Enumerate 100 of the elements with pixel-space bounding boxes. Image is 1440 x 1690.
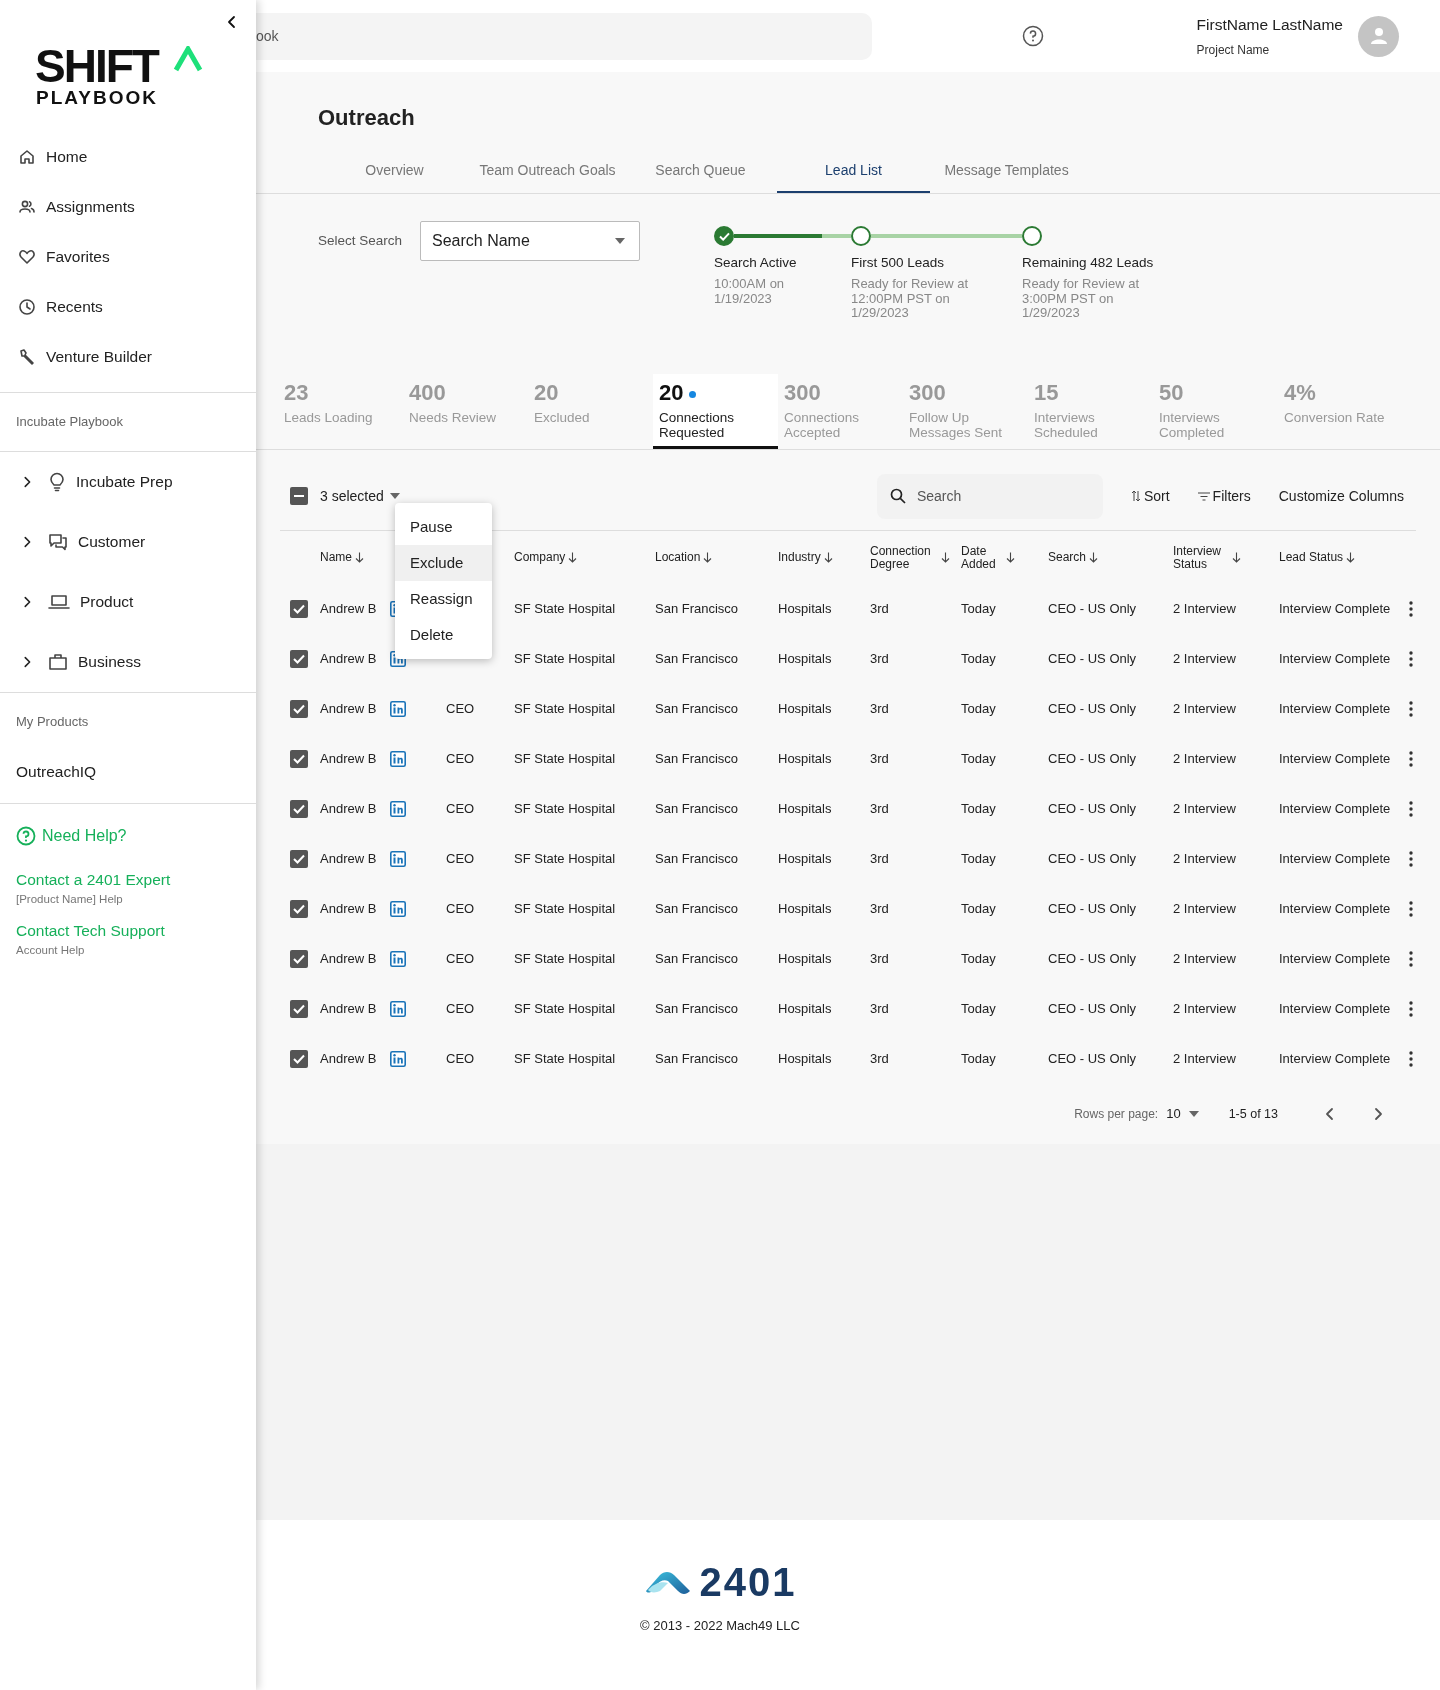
- table-cell-text: San Francisco: [655, 1050, 740, 1069]
- table-cell-text: 3rd: [870, 800, 890, 819]
- tab[interactable]: Team Outreach Goals: [471, 150, 624, 193]
- table-cell-text: Hospitals: [778, 650, 833, 669]
- table-cell-text: CEO - US Only: [1048, 800, 1138, 819]
- column-header[interactable]: Connection Degree: [870, 544, 961, 571]
- column-header[interactable]: Lead Status: [1279, 551, 1409, 564]
- table-cell-text: Today: [961, 700, 997, 719]
- column-header[interactable]: Interview Status: [1173, 544, 1279, 571]
- table-cell-text: Hospitals: [778, 1000, 833, 1019]
- table-cell-text: San Francisco: [655, 950, 740, 969]
- section-heading: Incubate Playbook: [15, 413, 124, 432]
- nav-item[interactable]: Recents: [0, 282, 256, 332]
- table-cell-text: CEO - US Only: [1048, 950, 1138, 969]
- table-cell-text: 2 Interview: [1173, 900, 1237, 919]
- table-cell-text: 2 Interview: [1173, 850, 1237, 869]
- table-cell-text: Andrew B: [320, 950, 378, 969]
- tab[interactable]: Lead List: [777, 150, 930, 193]
- table-cell-text: SF State Hospital: [514, 600, 617, 619]
- table-cell-text: Interview Complete: [1279, 900, 1392, 919]
- toolbar-button[interactable]: Filters: [1197, 485, 1251, 507]
- column-header[interactable]: Search: [1048, 551, 1173, 564]
- nav-item[interactable]: Business: [0, 632, 256, 692]
- menu-item[interactable]: Delete: [395, 617, 492, 653]
- table-cell-text: Today: [961, 750, 997, 769]
- table-cell-text: San Francisco: [655, 800, 740, 819]
- rows-per-page-select[interactable]: 10: [1166, 1104, 1199, 1124]
- tab[interactable]: Message Templates: [930, 150, 1083, 193]
- logo-text: 2401: [699, 1560, 797, 1604]
- tab[interactable]: Overview: [318, 150, 471, 193]
- nav-item[interactable]: Product: [0, 572, 256, 632]
- table-cell-text: Today: [961, 600, 997, 619]
- menu-item[interactable]: Pause: [395, 509, 492, 545]
- table-cell-text: Interview Complete: [1279, 650, 1392, 669]
- table-cell-text: San Francisco: [655, 750, 740, 769]
- selection-dropdown[interactable]: 3 selected: [320, 485, 400, 507]
- help-caption: Account Help: [16, 942, 86, 958]
- tab[interactable]: Search Queue: [624, 150, 777, 193]
- column-header[interactable]: Name: [320, 551, 390, 564]
- column-header[interactable]: Industry: [778, 551, 870, 564]
- stat-tab[interactable]: 20 Connections Requested: [653, 374, 778, 449]
- help-heading: Need Help?: [42, 826, 127, 846]
- table-cell-text: Interview Complete: [1279, 950, 1392, 969]
- table-cell-text: Andrew B: [320, 700, 378, 719]
- toolbar-button[interactable]: Customize Columns: [1278, 485, 1404, 507]
- table-cell-text: SF State Hospital: [514, 1050, 617, 1069]
- table-cell-text: Interview Complete: [1279, 800, 1392, 819]
- column-header[interactable]: Location: [655, 551, 778, 564]
- table-cell-text: Hospitals: [778, 950, 833, 969]
- menu-item[interactable]: Reassign: [395, 581, 492, 617]
- table-cell-text: SF State Hospital: [514, 850, 617, 869]
- table-cell-text: Andrew B: [320, 850, 378, 869]
- table-cell-text: CEO - US Only: [1048, 600, 1138, 619]
- table-cell-text: Today: [961, 850, 997, 869]
- table-cell-text: San Francisco: [655, 700, 740, 719]
- rows-per-page-label: Rows per page:: [1074, 1106, 1159, 1123]
- menu-item[interactable]: Exclude: [395, 545, 492, 581]
- table-cell-text: 2 Interview: [1173, 800, 1237, 819]
- nav-item[interactable]: OutreachIQ: [0, 751, 256, 793]
- table-cell-text: Hospitals: [778, 800, 833, 819]
- table-cell-text: CEO: [446, 700, 476, 719]
- table-cell-text: Andrew B: [320, 650, 378, 669]
- step-title: First 500 Leads: [851, 254, 946, 272]
- nav-item[interactable]: Home: [0, 132, 256, 182]
- toolbar-button[interactable]: Sort: [1130, 485, 1170, 507]
- table-cell-text: SF State Hospital: [514, 1000, 617, 1019]
- table-cell-text: 3rd: [870, 750, 890, 769]
- table-cell-text: CEO - US Only: [1048, 1000, 1138, 1019]
- nav-item[interactable]: Incubate Prep: [0, 452, 256, 512]
- table-cell-text: Interview Complete: [1279, 750, 1392, 769]
- nav-item[interactable]: Assignments: [0, 182, 256, 232]
- table-cell-text: Today: [961, 900, 997, 919]
- column-header[interactable]: Date Added: [961, 544, 1048, 571]
- step-title: Search Active: [714, 254, 798, 272]
- table-cell-text: 2 Interview: [1173, 750, 1237, 769]
- nav-item[interactable]: Favorites: [0, 232, 256, 282]
- logo-text: SHIFT: [35, 46, 158, 86]
- table-cell-text: Hospitals: [778, 700, 833, 719]
- table-cell-text: 3rd: [870, 950, 890, 969]
- table-cell-text: 2 Interview: [1173, 1050, 1237, 1069]
- table-cell-text: 3rd: [870, 900, 890, 919]
- help-caption: [Product Name] Help: [16, 892, 124, 908]
- table-cell-text: Interview Complete: [1279, 850, 1392, 869]
- table-cell-text: San Francisco: [655, 1000, 740, 1019]
- step-detail: 10:00AM on 1/19/2023: [714, 277, 786, 306]
- table-cell-text: Hospitals: [778, 600, 833, 619]
- search-field[interactable]: Search: [876, 473, 1103, 519]
- search-select[interactable]: Search Name: [420, 221, 640, 261]
- search-field[interactable]: ook: [256, 12, 872, 60]
- table-cell-text: 2 Interview: [1173, 950, 1237, 969]
- table-cell-text: SF State Hospital: [514, 750, 617, 769]
- nav-item[interactable]: Customer: [0, 512, 256, 572]
- table-cell-text: Andrew B: [320, 1000, 378, 1019]
- table-cell-text: Andrew B: [320, 900, 378, 919]
- table-cell-text: SF State Hospital: [514, 900, 617, 919]
- table-cell-text: CEO: [446, 1050, 476, 1069]
- nav-item[interactable]: Venture Builder: [0, 332, 256, 382]
- column-header[interactable]: Company: [514, 551, 655, 564]
- field-label: Select Search: [318, 232, 404, 250]
- table-cell-text: CEO - US Only: [1048, 700, 1138, 719]
